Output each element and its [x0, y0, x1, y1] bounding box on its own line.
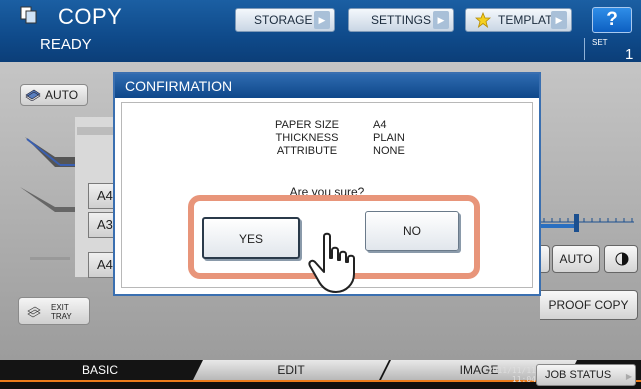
half-circle-icon: [615, 252, 629, 266]
header-bar: COPY READY STORAGE ▶ SETTINGS ▶ TEMPLATE…: [0, 0, 641, 63]
yes-button[interactable]: YES: [202, 217, 300, 259]
settings-button[interactable]: SETTINGS ▶: [348, 8, 454, 32]
info-key: ATTRIBUTE: [276, 145, 338, 157]
tab-edit[interactable]: EDIT: [193, 360, 389, 380]
star-icon: [475, 12, 491, 28]
info-key: THICKNESS: [275, 132, 339, 144]
exit-tray-icon: [27, 306, 41, 318]
datetime-display: 2011/11/11 11:04: [460, 366, 536, 384]
tab-basic[interactable]: BASIC: [0, 360, 200, 380]
lighter-button[interactable]: [540, 245, 550, 273]
chevron-right-icon: ▶: [551, 11, 567, 29]
set-count: 1: [625, 46, 634, 63]
paper-stack-icon: [25, 89, 41, 101]
set-label: SET: [592, 38, 608, 47]
job-status-label: JOB STATUS: [545, 369, 612, 381]
auto-paper-label: AUTO: [45, 88, 79, 102]
auto-paper-button[interactable]: AUTO: [20, 84, 88, 106]
copy-app-icon: [20, 6, 37, 24]
template-button[interactable]: TEMPLATE ▶: [465, 8, 572, 32]
status-text: READY: [40, 36, 92, 53]
info-value: PLAIN: [373, 132, 405, 144]
time-text: 11:04: [511, 375, 536, 384]
exit-tray-button[interactable]: EXIT TRAY: [18, 297, 90, 325]
job-status-button[interactable]: JOB STATUS ▶: [536, 364, 636, 386]
help-button[interactable]: ?: [592, 7, 632, 33]
dialog-title: CONFIRMATION: [115, 74, 539, 98]
info-value: A4: [373, 119, 387, 131]
hand-pointer-icon: [308, 232, 355, 293]
info-key: PAPER SIZE: [275, 119, 339, 131]
exit-tray-label-line-1: EXIT: [51, 303, 69, 312]
no-button[interactable]: NO: [365, 211, 459, 251]
set-divider: [584, 38, 585, 60]
darker-button[interactable]: [604, 245, 638, 273]
chevron-right-icon: ▶: [314, 11, 330, 29]
chevron-right-icon: ▶: [433, 11, 449, 29]
app-title: COPY: [58, 4, 123, 29]
info-value: NONE: [373, 145, 405, 157]
exit-tray-label-line-2: TRAY: [51, 312, 72, 321]
auto-density-button[interactable]: AUTO: [552, 245, 600, 273]
density-scale: [540, 214, 634, 232]
chevron-right-icon: ▶: [625, 372, 632, 381]
settings-button-label: SETTINGS: [371, 13, 432, 27]
storage-button-label: STORAGE: [254, 13, 313, 27]
proof-copy-button[interactable]: PROOF COPY: [540, 290, 638, 320]
density-indicator: [574, 214, 579, 232]
date-text: 2011/11/11: [487, 366, 536, 375]
storage-button[interactable]: STORAGE ▶: [235, 8, 335, 32]
